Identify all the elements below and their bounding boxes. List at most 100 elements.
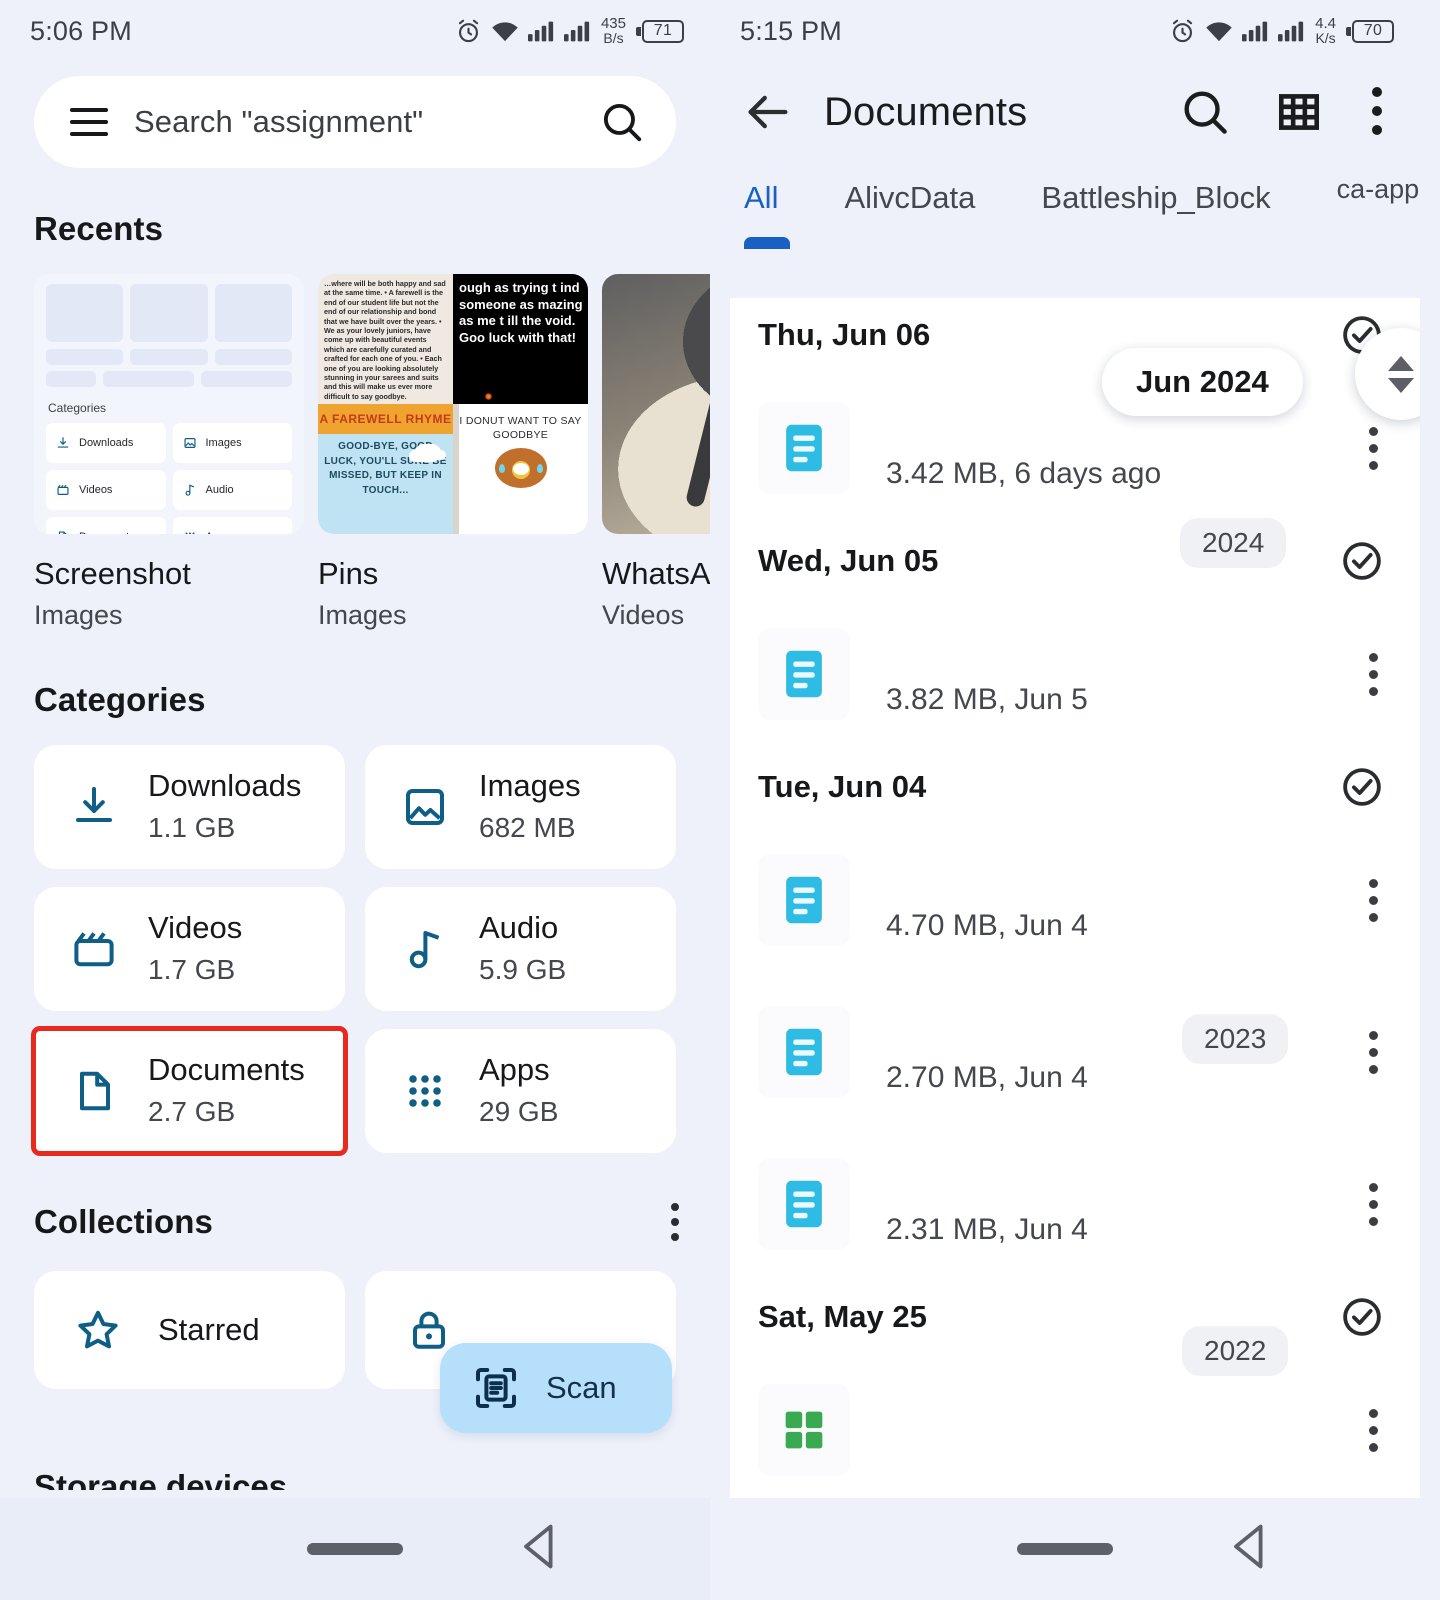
file-list-item[interactable]: 2.70 MB, Jun 4 (730, 976, 1420, 1128)
tab-all[interactable]: All (744, 162, 790, 249)
mini-cell-label: Images (205, 437, 242, 449)
file-list-item[interactable]: 4.70 MB, Jun 4 (730, 824, 1420, 976)
date-group-header: Wed, Jun 05 (730, 524, 1420, 598)
category-card-documents[interactable]: Documents 2.7 GB (31, 1026, 348, 1156)
pin-black-quote: ough as trying t ind someone as mazing a… (453, 274, 588, 404)
apps-grid-icon (401, 1067, 449, 1115)
collection-name: Starred (158, 1312, 260, 1347)
category-name: Downloads (148, 768, 302, 804)
mini-cell-label: Documents (79, 531, 135, 534)
collections-overflow-kebab-menu-icon[interactable] (670, 1199, 680, 1245)
image-icon (401, 783, 449, 831)
search-icon[interactable] (600, 100, 644, 144)
category-card-videos[interactable]: Videos 1.7 GB (34, 887, 345, 1011)
date-group-header: Tue, Jun 04 (730, 750, 1420, 824)
home-pill-icon[interactable] (307, 1543, 403, 1555)
date-label: Thu, Jun 06 (758, 317, 931, 352)
tab-battleship-block[interactable]: Battleship_Block (1041, 162, 1270, 216)
pin-note-text: …where will be both happy and sad at the… (324, 279, 446, 401)
file-list-item[interactable] (730, 1354, 1420, 1498)
hamburger-menu-icon[interactable] (70, 108, 108, 136)
search-input[interactable]: Search "assignment" (134, 104, 574, 140)
pins-collage-thumbnail[interactable]: …where will be both happy and sad at the… (318, 274, 588, 534)
tab-alivcdata[interactable]: AlivcData (844, 162, 975, 216)
pin-donut-card: I DONUT WANT TO SAY GOODBYE (453, 404, 588, 534)
mini-cell-apps: Apps (172, 517, 292, 534)
collections-heading: Collections (34, 1203, 213, 1240)
file-icon-container (758, 1006, 850, 1098)
category-size: 682 MB (479, 811, 576, 843)
file-icon-container (758, 1384, 850, 1476)
file-list[interactable]: Thu, Jun 06 3.42 MB, 6 days ago Wed, Jun… (730, 298, 1420, 1498)
row-overflow-kebab-menu-icon[interactable] (1368, 652, 1378, 696)
left-navigation-bar (0, 1498, 710, 1600)
recent-item-screenshot[interactable]: Categories Downloads Images Videos Audio… (34, 274, 304, 631)
document-scan-icon (472, 1364, 520, 1412)
tab-label: All (744, 180, 779, 215)
document-file-icon (786, 1028, 822, 1076)
recent-item-whatsapp[interactable]: WhatsApp Videos (602, 274, 710, 631)
lock-icon (405, 1306, 453, 1354)
back-triangle-icon[interactable] (518, 1522, 564, 1577)
mini-cell-videos: Videos (46, 470, 166, 510)
check-circle-icon[interactable] (1340, 539, 1384, 583)
recents-strip[interactable]: Categories Downloads Images Videos Audio… (0, 248, 710, 631)
document-file-icon (786, 1180, 822, 1228)
mini-cell-images: Images (172, 423, 292, 463)
check-circle-icon[interactable] (1340, 765, 1384, 809)
scan-button[interactable]: Scan (440, 1343, 672, 1433)
tab-ca-app-p[interactable]: ca-app-p (1337, 162, 1420, 205)
row-overflow-kebab-menu-icon[interactable] (1368, 878, 1378, 922)
date-label: Tue, Jun 04 (758, 769, 927, 804)
search-icon[interactable] (1180, 87, 1230, 137)
apps-grid-icon (185, 532, 194, 534)
left-status-bar: 5:06 PM 435 B/s 71 (0, 0, 710, 62)
file-icon-container (758, 628, 850, 720)
file-meta: 3.42 MB, 6 days ago (886, 457, 1162, 490)
row-overflow-kebab-menu-icon[interactable] (1368, 1182, 1378, 1226)
file-meta: 3.82 MB, Jun 5 (886, 683, 1088, 716)
folder-tabs[interactable]: All AlivcData Battleship_Block ca-app-p (710, 162, 1420, 258)
app-screenshot-thumbnail[interactable]: Categories Downloads Images Videos Audio (34, 274, 304, 534)
document-icon (58, 531, 67, 534)
grid-view-icon[interactable] (1274, 87, 1324, 137)
download-icon (57, 437, 69, 448)
right-status-clock: 5:15 PM (740, 15, 842, 46)
month-scroll-pill: Jun 2024 (1102, 348, 1303, 416)
row-overflow-kebab-menu-icon[interactable] (1368, 1408, 1378, 1452)
back-arrow-icon[interactable] (742, 86, 794, 138)
video-icon (57, 484, 69, 495)
active-tab-indicator (744, 237, 790, 249)
category-card-images[interactable]: Images 682 MB (365, 745, 676, 869)
category-size: 1.7 GB (148, 953, 236, 985)
category-name: Audio (479, 910, 559, 946)
back-triangle-icon[interactable] (1228, 1522, 1274, 1577)
recent-item-pins[interactable]: …where will be both happy and sad at the… (318, 274, 588, 631)
file-list-item[interactable]: 3.82 MB, Jun 5 (730, 598, 1420, 750)
category-card-audio[interactable]: Audio 5.9 GB (365, 887, 676, 1011)
file-meta: 4.70 MB, Jun 4 (886, 909, 1088, 942)
kebab-menu-icon[interactable] (1368, 87, 1386, 137)
search-bar[interactable]: Search "assignment" (34, 76, 676, 168)
alarm-icon (1173, 19, 1193, 42)
signal-bars-icon-1 (527, 21, 554, 42)
date-group-header: Sat, May 25 (730, 1280, 1420, 1354)
category-card-downloads[interactable]: Downloads 1.1 GB (34, 745, 345, 869)
right-navigation-bar (710, 1498, 1420, 1600)
file-meta (886, 1404, 1368, 1456)
row-overflow-kebab-menu-icon[interactable] (1368, 1030, 1378, 1074)
file-list-item[interactable]: 2.31 MB, Jun 4 (730, 1128, 1420, 1280)
row-overflow-kebab-menu-icon[interactable] (1368, 426, 1378, 470)
music-note-icon (401, 925, 449, 973)
file-list-item[interactable]: 3.42 MB, 6 days ago (730, 372, 1420, 524)
download-icon (70, 783, 118, 831)
collection-card-starred[interactable]: Starred (34, 1271, 345, 1389)
home-pill-icon[interactable] (1017, 1543, 1113, 1555)
category-size: 1.1 GB (148, 811, 236, 843)
video-frame-thumbnail[interactable] (602, 274, 710, 534)
image-icon (183, 438, 196, 448)
category-name: Images (479, 768, 581, 804)
category-card-apps[interactable]: Apps 29 GB (365, 1029, 676, 1153)
check-circle-icon[interactable] (1340, 1295, 1384, 1339)
network-speed-indicator: 435 B/s (601, 16, 626, 46)
